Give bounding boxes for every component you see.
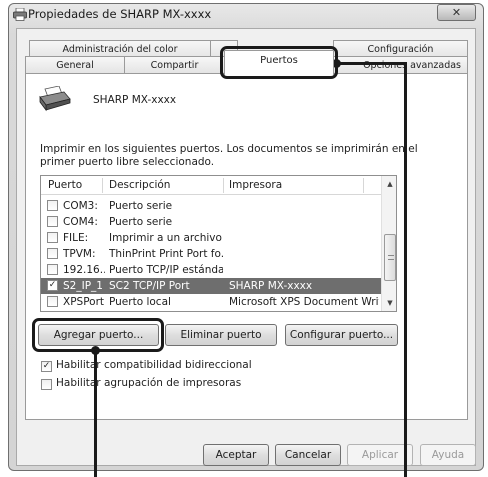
port-printer: SHARP MX-xxxx — [229, 280, 313, 292]
port-printer: Microsoft XPS Document Writer — [229, 296, 379, 308]
port-description: SC2 TCP/IP Port — [109, 280, 190, 292]
window-title: Propiedades de SHARP MX-xxxx — [28, 7, 212, 21]
highlight-connector-line — [404, 62, 407, 477]
port-description: ThinPrint Print Port fo... — [109, 248, 223, 260]
configure-port-button[interactable]: Configurar puerto... — [285, 324, 398, 346]
port-checkbox-file[interactable] — [47, 232, 58, 243]
tab-puertos[interactable]: Puertos — [224, 50, 334, 75]
port-row-file[interactable]: FILE: Imprimir a un archivo — [41, 230, 381, 246]
close-icon: ✕ — [451, 6, 462, 19]
port-checkbox-tpvm[interactable] — [47, 248, 58, 259]
port-row-tpvm[interactable]: TPVM: ThinPrint Print Port fo... — [41, 246, 381, 262]
ports-instruction-line2: primer puerto libre seleccionado. — [40, 156, 215, 168]
scroll-down-arrow-icon[interactable]: ▼ — [382, 295, 396, 311]
column-header-puerto[interactable]: Puerto — [48, 176, 83, 195]
port-row-s2-ip-1[interactable]: ✓ S2_IP_1 SC2 TCP/IP Port SHARP MX-xxxx — [41, 278, 381, 294]
port-description: Puerto serie — [109, 200, 173, 212]
port-checkbox-com3[interactable] — [47, 200, 58, 211]
highlight-connector-line — [337, 62, 407, 65]
close-button[interactable]: ✕ — [437, 4, 476, 21]
column-separator[interactable] — [223, 178, 224, 193]
port-row-com3[interactable]: COM3: Puerto serie — [41, 198, 381, 214]
printer-pooling-checkbox[interactable] — [41, 379, 52, 390]
port-description: Puerto serie — [109, 216, 173, 228]
cancel-button[interactable]: Cancelar — [275, 444, 341, 466]
column-separator[interactable] — [363, 178, 364, 193]
scroll-up-arrow-icon[interactable]: ▲ — [382, 176, 396, 192]
port-name: XPSPort: — [63, 296, 105, 308]
port-name: TPVM: — [63, 248, 96, 260]
port-name: COM3: — [63, 200, 98, 212]
ports-list[interactable]: Puerto Descripción Impresora COM3: Puert… — [40, 175, 397, 312]
ok-button[interactable]: Aceptar — [203, 444, 269, 466]
ports-list-header — [41, 176, 381, 195]
printer-icon — [38, 85, 72, 112]
scrollbar-grip-icon — [388, 255, 394, 260]
printer-name: SHARP MX-xxxx — [93, 94, 177, 106]
delete-port-button[interactable]: Eliminar puerto — [165, 324, 277, 346]
port-row-tcpip[interactable]: 192.16... Puerto TCP/IP estándar — [41, 262, 381, 278]
port-name: S2_IP_1 — [63, 280, 103, 292]
printer-pooling-label[interactable]: Habilitar agrupación de impresoras — [56, 377, 241, 389]
port-checkbox-xpsport[interactable] — [47, 296, 58, 307]
port-checkbox-s2-ip-1[interactable]: ✓ — [47, 280, 58, 291]
highlight-connector-line — [94, 350, 97, 477]
help-button[interactable]: Ayuda — [420, 444, 476, 466]
column-separator[interactable] — [102, 178, 103, 193]
ports-list-scrollbar[interactable]: ▲ ▼ — [381, 176, 396, 311]
port-name: 192.16... — [63, 264, 105, 276]
bidirectional-label[interactable]: Habilitar compatibilidad bidireccional — [56, 359, 252, 371]
column-header-impresora[interactable]: Impresora — [229, 176, 283, 195]
port-checkbox-com4[interactable] — [47, 216, 58, 227]
ports-instruction-line1: Imprimir en los siguientes puertos. Los … — [40, 143, 418, 155]
scrollbar-thumb[interactable] — [384, 234, 396, 281]
port-checkbox-tcpip[interactable] — [47, 264, 58, 275]
port-row-com4[interactable]: COM4: Puerto serie — [41, 214, 381, 230]
port-description: Puerto local — [109, 296, 171, 308]
port-description: Imprimir a un archivo — [109, 232, 222, 244]
port-name: FILE: — [63, 232, 89, 244]
port-name: COM4: — [63, 216, 98, 228]
column-header-descripcion[interactable]: Descripción — [109, 176, 171, 195]
bidirectional-checkbox[interactable]: ✓ — [41, 361, 52, 372]
port-row-xpsport[interactable]: XPSPort: Puerto local Microsoft XPS Docu… — [41, 294, 381, 310]
printer-title-icon — [13, 7, 27, 21]
port-description: Puerto TCP/IP estándar — [109, 264, 223, 276]
